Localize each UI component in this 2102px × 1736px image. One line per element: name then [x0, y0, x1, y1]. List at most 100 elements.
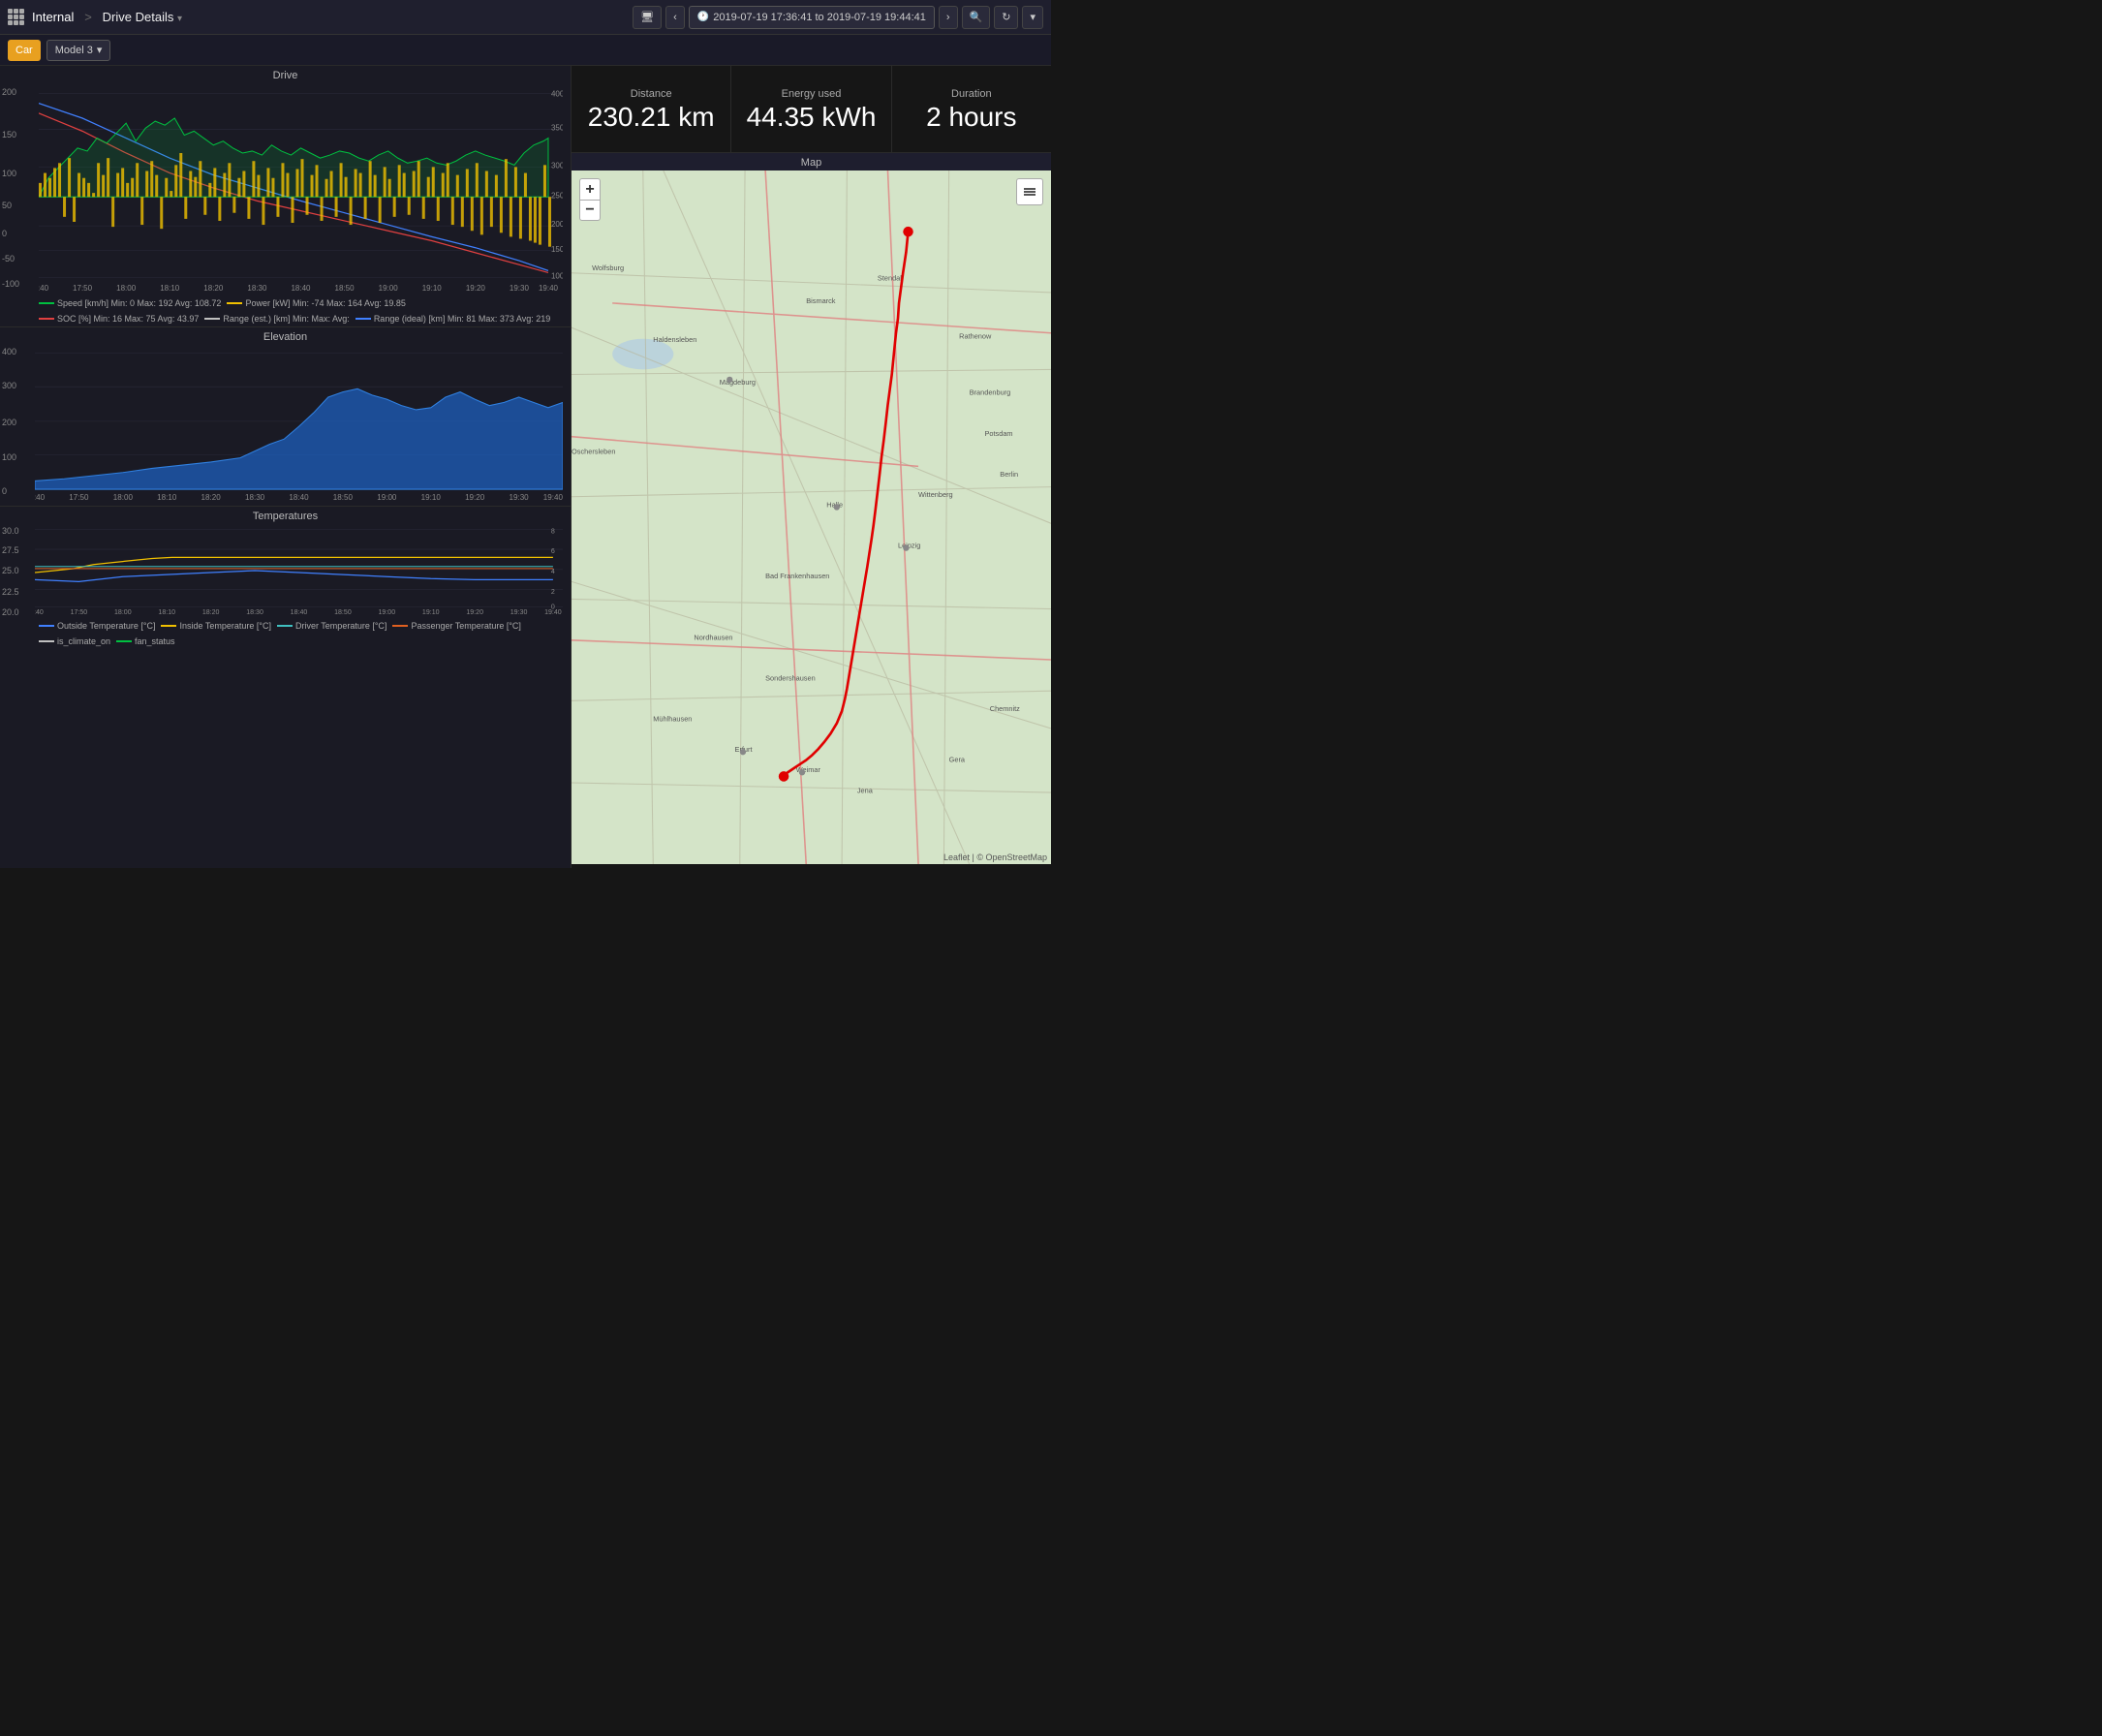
elevation-chart-area: 400 300 200 100 0 17:40 17:50 [0, 345, 571, 506]
svg-text:18:00: 18:00 [113, 492, 134, 502]
svg-text:18:40: 18:40 [291, 608, 308, 615]
app-grid-icon[interactable] [8, 9, 24, 25]
settings-button[interactable]: ▾ [1022, 6, 1043, 29]
drive-chart-section: Drive 200 150 100 50 0 -50 -100 [0, 66, 571, 327]
svg-text:19:40: 19:40 [544, 608, 562, 615]
svg-text:19:40: 19:40 [539, 284, 559, 293]
svg-text:350: 350 [551, 123, 563, 132]
right-panel: Distance 230.21 km Energy used 44.35 kWh… [572, 66, 1051, 868]
svg-text:Gera: Gera [949, 756, 966, 764]
svg-text:19:30: 19:30 [510, 608, 528, 615]
map-title: Map [572, 153, 1051, 170]
drive-chart-legend: Speed [km/h] Min: 0 Max: 192 Avg: 108.72… [0, 296, 571, 326]
svg-text:17:50: 17:50 [73, 284, 93, 293]
svg-text:18:30: 18:30 [246, 608, 263, 615]
layers-icon [1022, 184, 1037, 200]
svg-text:19:10: 19:10 [421, 492, 442, 502]
zoom-in-button[interactable]: + [579, 178, 601, 200]
svg-text:18:10: 18:10 [160, 284, 180, 293]
elevation-chart-section: Elevation 400 300 200 100 0 17:40 [0, 327, 571, 507]
y-left-minus50: -50 [2, 254, 15, 264]
elev-y-200: 200 [2, 418, 16, 427]
svg-text:6: 6 [551, 547, 555, 555]
svg-text:19:00: 19:00 [377, 492, 397, 502]
svg-text:Berlin: Berlin [1000, 470, 1018, 479]
drive-chart-svg: 400 350 300 250 200 150 100 [39, 83, 563, 293]
car-tab[interactable]: Car [8, 40, 41, 61]
svg-text:Mühlhausen: Mühlhausen [653, 715, 692, 724]
drive-chart-title: Drive [0, 66, 571, 83]
svg-text:Wolfsburg: Wolfsburg [592, 264, 624, 272]
temperature-chart-legend: Outside Temperature [°C] Inside Temperat… [0, 619, 571, 649]
model-dropdown[interactable]: Model 3 ▾ [46, 40, 111, 61]
drive-chart-area: 200 150 100 50 0 -50 -100 [0, 83, 571, 296]
svg-text:18:50: 18:50 [333, 492, 354, 502]
topbar-left: Internal > Drive Details ▾ [8, 9, 633, 25]
svg-text:19:00: 19:00 [379, 284, 399, 293]
temperature-chart-svg: 8 6 4 2 0 17:40 17:50 18:00 [35, 524, 563, 615]
main-layout: Drive 200 150 100 50 0 -50 -100 [0, 66, 1051, 868]
temperature-chart-section: Temperatures 30.0 27.5 25.0 22.5 20.0 8 … [0, 507, 571, 633]
svg-text:100: 100 [551, 272, 563, 281]
map-section: Map [572, 153, 1051, 868]
duration-value: 2 hours [926, 104, 1016, 131]
zoom-button[interactable]: 🔍 [962, 6, 991, 29]
y-left-200: 200 [2, 87, 16, 97]
temperature-chart-title: Temperatures [0, 507, 571, 524]
svg-text:19:20: 19:20 [466, 608, 483, 615]
svg-text:19:40: 19:40 [543, 492, 563, 502]
svg-text:250: 250 [551, 191, 563, 200]
svg-text:17:50: 17:50 [69, 492, 89, 502]
svg-text:17:40: 17:40 [35, 492, 45, 502]
y-left-0: 0 [2, 229, 7, 238]
svg-text:17:50: 17:50 [71, 608, 88, 615]
energy-label: Energy used [782, 88, 842, 100]
svg-text:18:40: 18:40 [291, 284, 311, 293]
svg-text:18:20: 18:20 [202, 608, 220, 615]
datetime-range[interactable]: 🕐 2019-07-19 17:36:41 to 2019-07-19 19:4… [689, 6, 935, 29]
y-left-100: 100 [2, 169, 16, 178]
elev-y-0: 0 [2, 486, 7, 496]
svg-text:400: 400 [551, 89, 563, 98]
zoom-out-button[interactable]: − [579, 200, 601, 221]
temperature-chart-area: 30.0 27.5 25.0 22.5 20.0 8 6 4 2 [0, 524, 571, 619]
svg-text:300: 300 [551, 161, 563, 170]
svg-text:19:20: 19:20 [465, 492, 485, 502]
svg-text:Potsdam: Potsdam [985, 429, 1013, 438]
monitor-button[interactable]: 🖥 [633, 6, 662, 29]
svg-text:Wittenberg: Wittenberg [918, 490, 953, 499]
svg-text:8: 8 [551, 527, 555, 535]
map-container[interactable]: Wolfsburg Haldensleben Magdeburg Oschers… [572, 170, 1051, 864]
svg-text:18:20: 18:20 [203, 284, 224, 293]
temp-y-27: 27.5 [2, 545, 19, 555]
elev-y-300: 300 [2, 381, 16, 390]
svg-text:Magdeburg: Magdeburg [720, 378, 756, 387]
svg-text:Leipzig: Leipzig [898, 542, 920, 550]
temp-y-25: 25.0 [2, 566, 19, 575]
svg-text:19:10: 19:10 [422, 284, 443, 293]
map-zoom-controls: + − [579, 178, 601, 221]
duration-card: Duration 2 hours [892, 66, 1051, 152]
distance-label: Distance [631, 88, 672, 100]
svg-text:200: 200 [551, 220, 563, 229]
temp-y-20: 20.0 [2, 607, 19, 617]
svg-text:17:40: 17:40 [39, 284, 48, 293]
svg-text:19:00: 19:00 [379, 608, 396, 615]
nav-prev-button[interactable]: ‹ [665, 6, 685, 29]
temp-y-22: 22.5 [2, 587, 19, 597]
svg-text:19:10: 19:10 [422, 608, 440, 615]
svg-text:Chemnitz: Chemnitz [990, 704, 1020, 713]
map-layers-button[interactable] [1016, 178, 1043, 205]
nav-next-button[interactable]: › [939, 6, 958, 29]
svg-text:19:30: 19:30 [510, 284, 530, 293]
svg-text:18:10: 18:10 [158, 608, 175, 615]
svg-text:18:50: 18:50 [335, 284, 355, 293]
refresh-button[interactable]: ↻ [994, 6, 1018, 29]
elevation-chart-svg: 17:40 17:50 18:00 18:10 18:20 18:30 18:4… [35, 345, 563, 502]
svg-text:18:50: 18:50 [334, 608, 352, 615]
left-panel: Drive 200 150 100 50 0 -50 -100 [0, 66, 572, 868]
svg-text:Sondershausen: Sondershausen [765, 673, 816, 682]
breadcrumb: Internal > Drive Details ▾ [32, 10, 182, 24]
svg-text:19:30: 19:30 [509, 492, 529, 502]
svg-text:Bad Frankenhausen: Bad Frankenhausen [765, 572, 829, 580]
